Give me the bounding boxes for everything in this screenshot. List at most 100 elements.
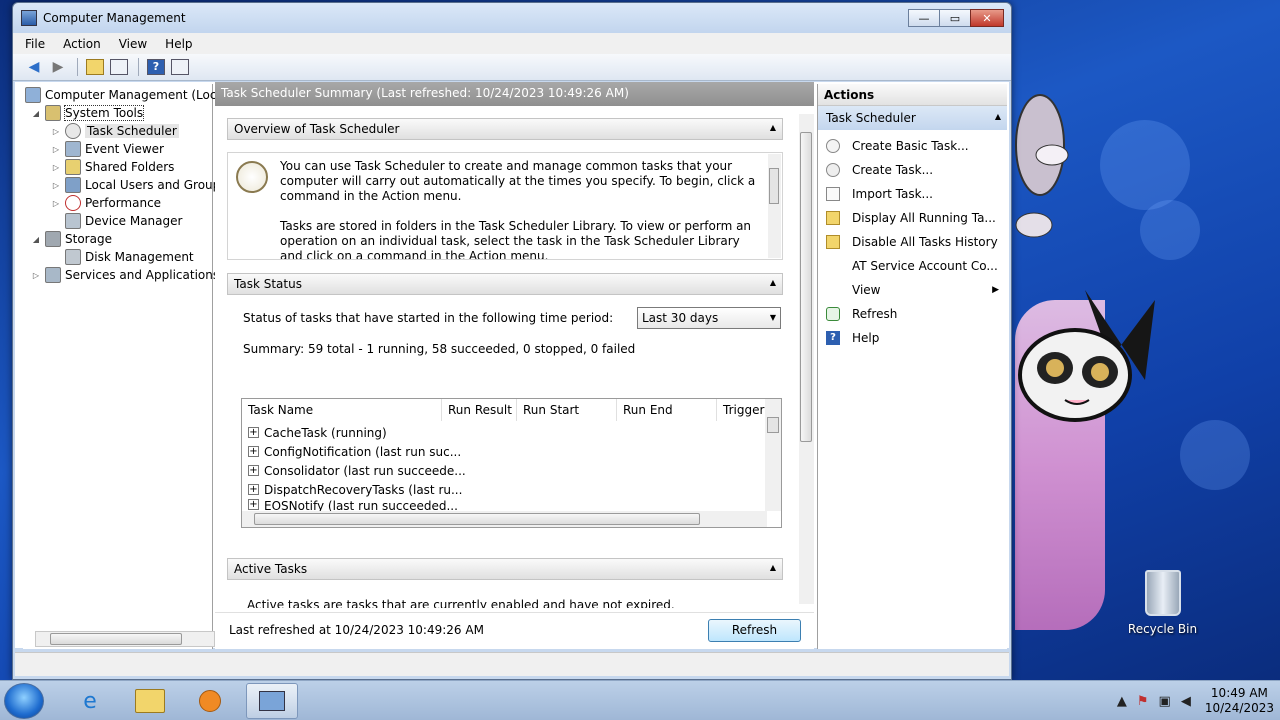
action-create-task[interactable]: Create Task... [818,158,1007,182]
up-folder-icon[interactable] [84,57,106,77]
scrollbar-thumb[interactable] [800,132,812,442]
action-center-icon[interactable]: ⚑ [1137,694,1149,709]
expand-icon[interactable]: ▷ [51,199,61,208]
task-status-section-header[interactable]: Task Status ▲ [227,273,783,295]
table-row[interactable]: + CacheTask (running) [248,423,387,442]
minimize-button[interactable]: — [908,9,940,27]
expand-plus-icon[interactable]: + [248,446,259,457]
tree-item-disk-management[interactable]: Disk Management [65,248,194,266]
menu-action[interactable]: Action [63,37,101,51]
tree-item-local-users[interactable]: ▷ Local Users and Groups [51,176,227,194]
scrollbar-thumb[interactable] [767,417,779,433]
tree-horizontal-scrollbar[interactable] [35,631,215,647]
collapse-caret-icon[interactable]: ▲ [770,278,776,287]
internet-explorer-icon[interactable]: e [64,683,116,719]
tree-item-root[interactable]: Computer Management (Local [25,86,227,104]
title-bar[interactable]: Computer Management [13,3,1011,33]
table-row[interactable]: + EOSNotify (last run succeeded... [248,499,458,511]
tree-item-performance[interactable]: ▷ Performance [51,194,161,212]
tree-item-task-scheduler[interactable]: ▷ Task Scheduler [51,122,179,140]
collapse-icon[interactable]: ◢ [31,235,41,244]
volume-icon[interactable]: ◀ [1181,694,1191,709]
action-view[interactable]: View ▶ [818,278,1007,302]
tree-item-system-tools[interactable]: ◢ System Tools [31,104,145,122]
media-player-icon[interactable] [184,683,236,719]
summary-body: Overview of Task Scheduler ▲ You can use… [215,106,799,608]
computer-management-taskbar-icon[interactable] [246,683,298,719]
expand-plus-icon[interactable]: + [248,484,259,495]
expand-icon[interactable]: ▷ [31,271,41,280]
show-hide-console-tree-icon[interactable] [108,57,130,77]
period-dropdown[interactable]: Last 30 days ▼ [637,307,781,329]
table-row[interactable]: + DispatchRecoveryTasks (last ru... [248,480,462,499]
column-task-name[interactable]: Task Name [242,399,442,421]
table-horizontal-scrollbar[interactable] [242,511,767,527]
column-trigger[interactable]: Trigger [717,399,767,421]
expand-icon[interactable]: ▷ [51,181,61,190]
storage-icon [45,231,61,247]
action-label: Create Task... [852,163,934,177]
action-at-service-account[interactable]: AT Service Account Co... [818,254,1007,278]
blank-icon [826,259,840,273]
collapse-caret-icon[interactable]: ▲ [995,112,1001,121]
actions-section-task-scheduler[interactable]: Task Scheduler ▲ [818,106,1007,130]
refresh-button[interactable]: Refresh [708,619,801,642]
tree-label: Shared Folders [85,160,175,174]
action-label: Display All Running Ta... [852,211,996,225]
column-run-end[interactable]: Run End [617,399,717,421]
column-run-result[interactable]: Run Result [442,399,517,421]
performance-icon [65,195,81,211]
taskbar-clock[interactable]: 10:49 AM 10/24/2023 [1205,686,1274,716]
actions-section-label: Task Scheduler [826,111,916,125]
action-refresh[interactable]: Refresh [818,302,1007,326]
tree-item-shared-folders[interactable]: ▷ Shared Folders [51,158,174,176]
last-refreshed-text: Last refreshed at 10/24/2023 10:49:26 AM [229,623,484,637]
back-icon[interactable]: ◀ [23,57,45,77]
recycle-bin-label: Recycle Bin [1127,622,1198,636]
table-row[interactable]: + ConfigNotification (last run suc... [248,442,461,461]
tree-item-event-viewer[interactable]: ▷ Event Viewer [51,140,164,158]
column-run-start[interactable]: Run Start [517,399,617,421]
start-button[interactable] [4,683,44,719]
menu-file[interactable]: File [25,37,45,51]
recycle-bin[interactable]: Recycle Bin [1125,570,1200,636]
table-row[interactable]: + Consolidator (last run succeede... [248,461,466,480]
show-hide-action-pane-icon[interactable] [169,57,191,77]
summary-vertical-scrollbar[interactable] [799,114,814,604]
overview-scrollbar[interactable] [768,154,781,258]
window-title: Computer Management [43,11,186,25]
collapse-caret-icon[interactable]: ▲ [770,563,776,572]
overview-section-header[interactable]: Overview of Task Scheduler ▲ [227,118,783,140]
action-display-running[interactable]: Display All Running Ta... [818,206,1007,230]
menu-help[interactable]: Help [165,37,192,51]
tree-item-storage[interactable]: ◢ Storage [31,230,112,248]
expand-plus-icon[interactable]: + [248,465,259,476]
action-import-task[interactable]: Import Task... [818,182,1007,206]
collapse-icon[interactable]: ◢ [31,109,41,118]
action-label: View [852,283,881,297]
help-icon[interactable]: ? [145,57,167,77]
action-create-basic-task[interactable]: Create Basic Task... [818,134,1007,158]
action-disable-history[interactable]: Disable All Tasks History [818,230,1007,254]
maximize-button[interactable]: ▭ [939,9,971,27]
file-explorer-icon[interactable] [124,683,176,719]
action-help[interactable]: ? Help [818,326,1007,350]
show-hidden-icons-icon[interactable]: ▲ [1117,694,1127,709]
expand-icon[interactable]: ▷ [51,127,61,136]
tree-item-device-manager[interactable]: Device Manager [65,212,182,230]
close-button[interactable]: ✕ [970,9,1004,27]
scrollbar-thumb[interactable] [769,168,779,204]
expand-icon[interactable]: ▷ [51,163,61,172]
expand-plus-icon[interactable]: + [248,499,259,510]
network-icon[interactable]: ▣ [1159,694,1171,709]
table-vertical-scrollbar[interactable] [765,399,781,511]
active-tasks-section-header[interactable]: Active Tasks ▲ [227,558,783,580]
collapse-caret-icon[interactable]: ▲ [770,123,776,132]
scrollbar-thumb[interactable] [50,633,182,645]
scrollbar-thumb[interactable] [254,513,700,525]
tree-item-services-applications[interactable]: ▷ Services and Applications [31,266,219,284]
expand-plus-icon[interactable]: + [248,427,259,438]
expand-icon[interactable]: ▷ [51,145,61,154]
forward-icon[interactable]: ▶ [47,57,69,77]
menu-view[interactable]: View [119,37,147,51]
